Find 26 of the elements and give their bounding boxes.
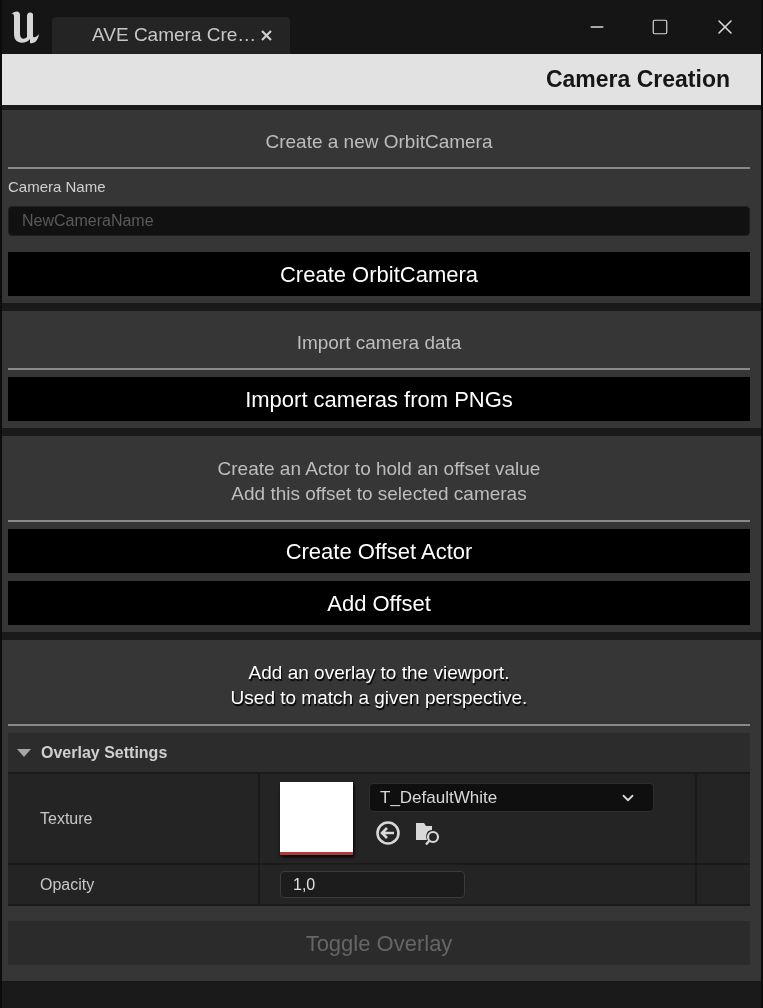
panel-title: Camera Creation — [545, 65, 730, 95]
arrow-left-circle-icon[interactable] — [375, 820, 401, 846]
section-heading: Import camera data — [296, 331, 462, 355]
property-label: Opacity — [40, 874, 95, 895]
section-heading: Create an Actor to hold an offset value — [217, 457, 541, 481]
action-button[interactable]: Create Offset Actor — [8, 529, 750, 573]
property-label: Texture — [40, 808, 93, 829]
window-tab[interactable]: AVE Camera Cre… — [52, 17, 290, 54]
close-icon[interactable] — [261, 30, 272, 41]
section-heading: Create a new OrbitCamera — [265, 130, 493, 154]
section-heading: Add this offset to selected cameras — [231, 482, 527, 506]
tab-title: AVE Camera Cre… — [92, 23, 257, 48]
section-heading: Add an overlay to the viewport. — [248, 661, 510, 685]
action-button[interactable]: Add Offset — [8, 581, 750, 625]
category-header[interactable]: Overlay Settings — [8, 733, 750, 772]
texture-thumbnail[interactable] — [280, 782, 353, 855]
action-button[interactable]: Create OrbitCamera — [8, 252, 750, 296]
folder-search-icon[interactable] — [415, 820, 441, 846]
input-field[interactable]: NewCameraName — [8, 206, 750, 236]
number-field[interactable]: 1,0 — [280, 871, 465, 898]
field-label: Camera Name — [8, 178, 107, 196]
category-title: Overlay Settings — [41, 742, 168, 763]
action-button[interactable]: Import cameras from PNGs — [8, 377, 750, 421]
asset-dropdown[interactable]: T_DefaultWhite — [369, 783, 654, 812]
maximize-icon[interactable] — [651, 18, 669, 36]
section-heading: Used to match a given perspective. — [230, 686, 528, 710]
